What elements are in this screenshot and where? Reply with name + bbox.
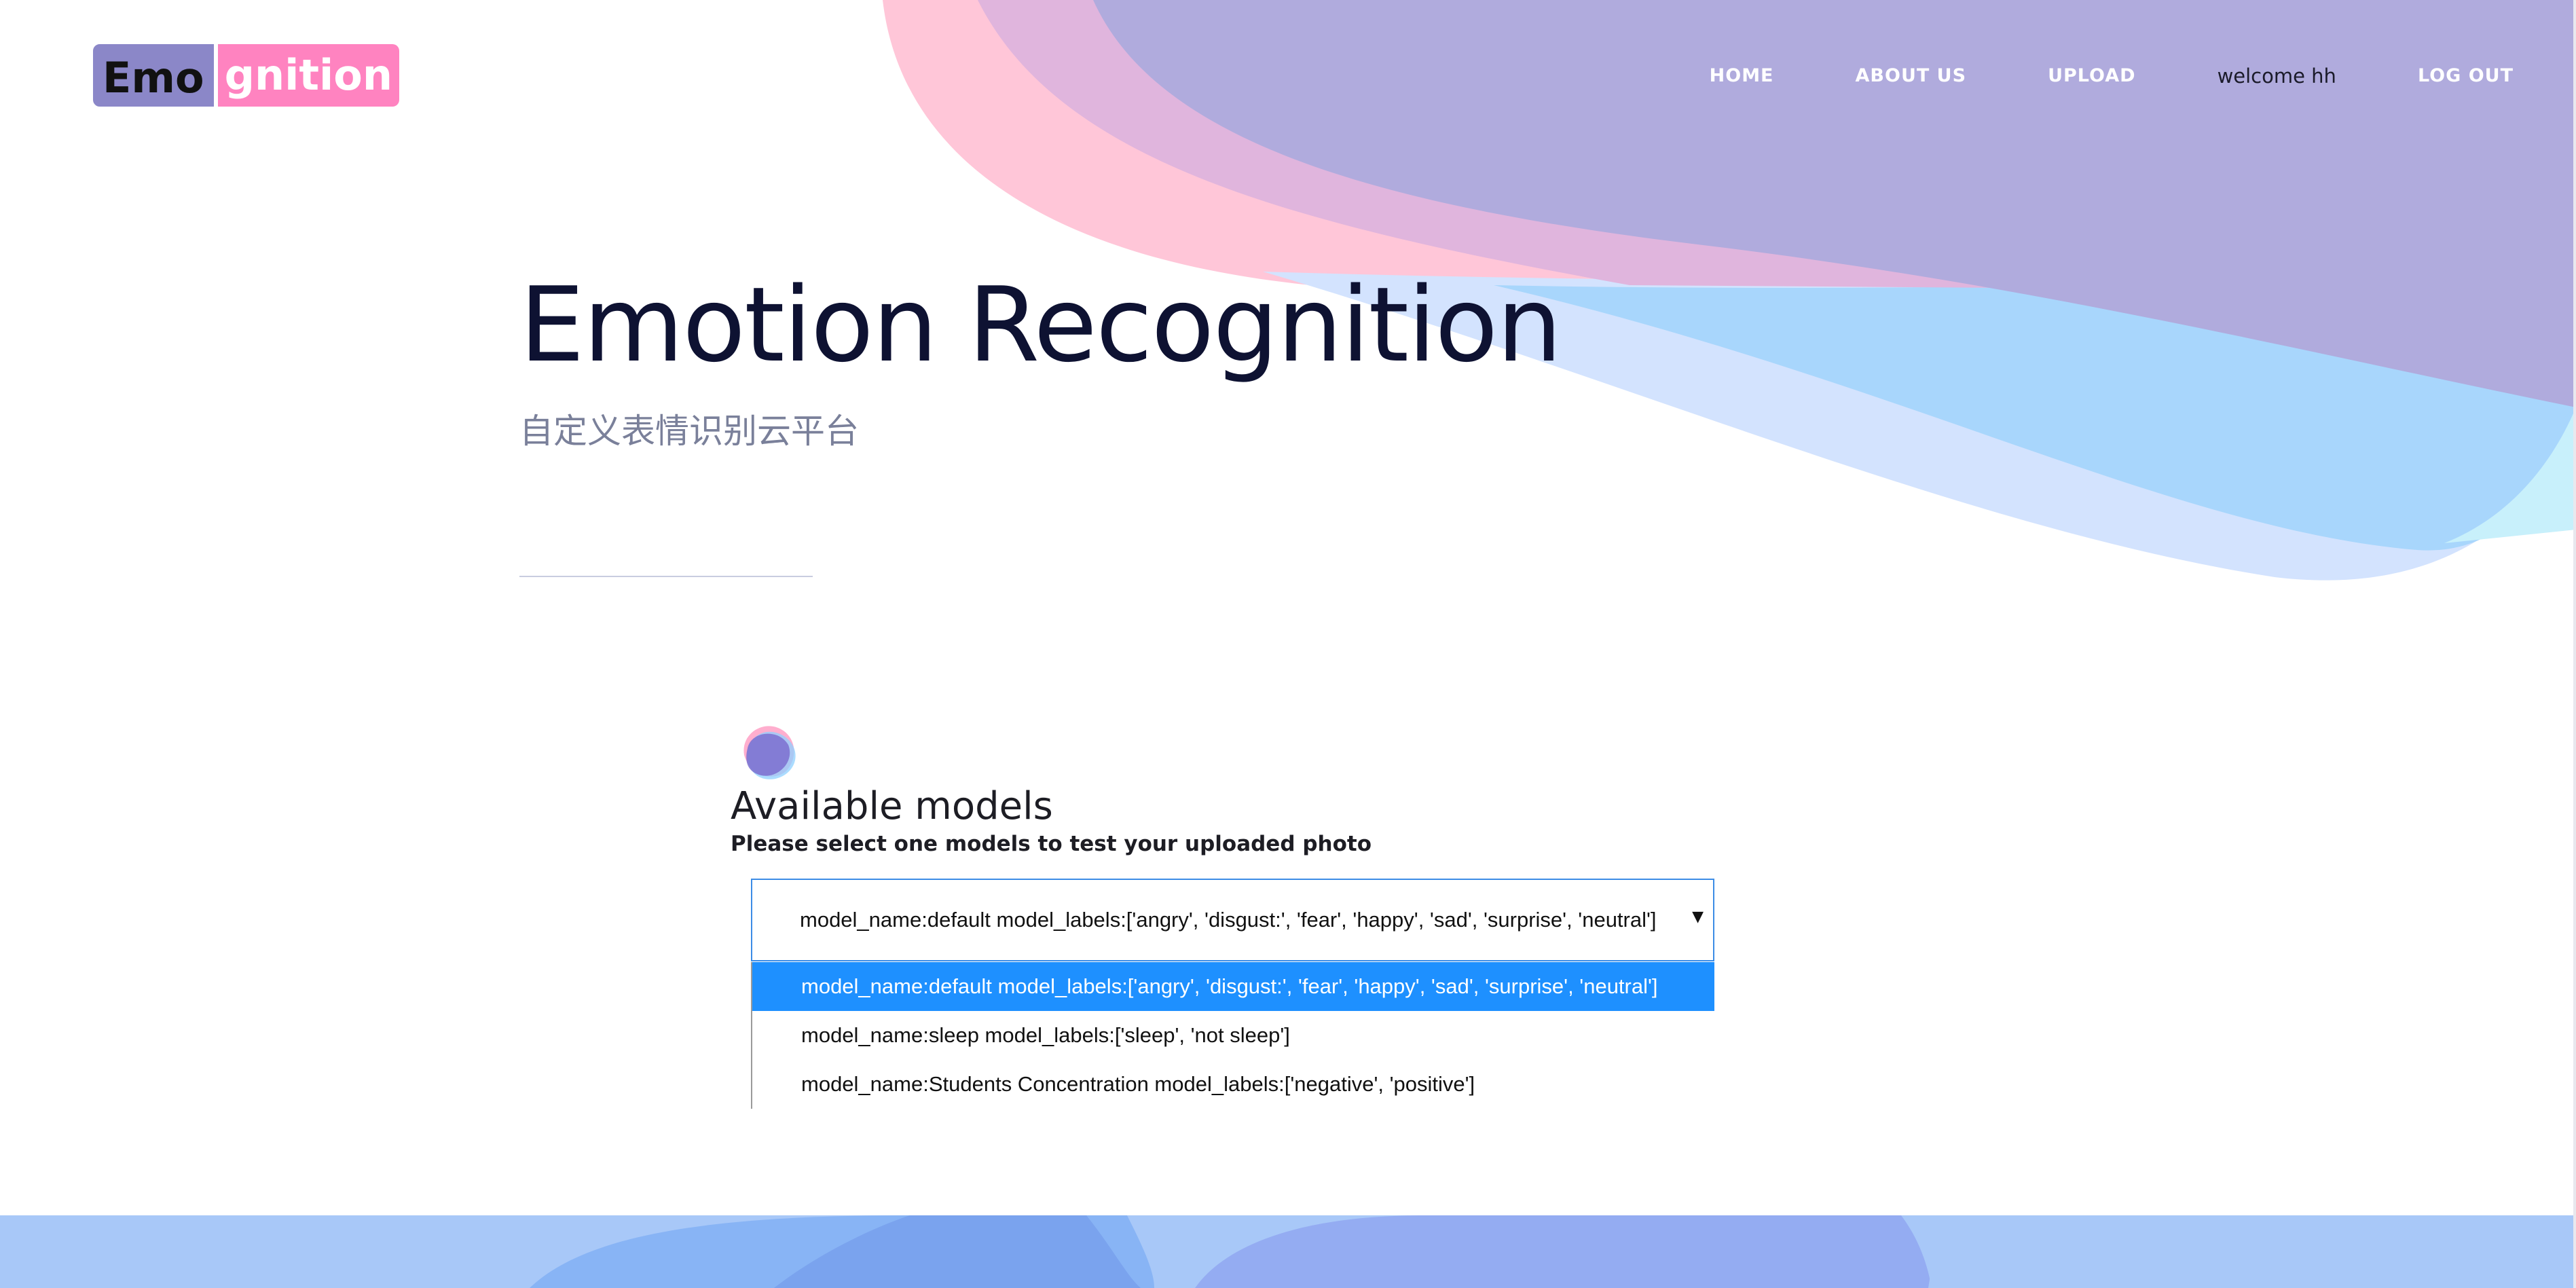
- nav-welcome-user[interactable]: welcome hh: [2218, 62, 2336, 90]
- brand-logo[interactable]: Emo gnition: [93, 44, 399, 107]
- models-section-title: Available models: [731, 784, 1053, 828]
- blob-emblem-icon: [743, 726, 796, 779]
- top-navigation: HOME ABOUT US UPLOAD welcome hh LOG OUT: [1628, 62, 2514, 90]
- hero-divider: [519, 576, 813, 577]
- nav-home-link[interactable]: HOME: [1710, 62, 1774, 90]
- model-select[interactable]: model_name:default model_labels:['angry'…: [751, 879, 1714, 961]
- nav-upload-link[interactable]: UPLOAD: [2048, 62, 2136, 90]
- page-subtitle: 自定义表情识别云平台: [519, 411, 859, 451]
- page-title: Emotion Recognition: [519, 265, 1562, 385]
- logo-text-emo: Emo: [93, 44, 214, 107]
- models-section-description: Please select one models to test your up…: [731, 832, 1372, 856]
- logo-text-gnition: gnition: [217, 44, 399, 107]
- page-scrollbar[interactable]: [2573, 0, 2576, 1288]
- model-option-students-concentration[interactable]: model_name:Students Concentration model_…: [752, 1060, 1714, 1109]
- model-select-value: model_name:default model_labels:['angry'…: [800, 908, 1657, 932]
- footer-wave-background: [0, 1215, 2576, 1288]
- chevron-down-icon[interactable]: ▼: [1692, 908, 1704, 925]
- nav-logout-link[interactable]: LOG OUT: [2418, 62, 2514, 90]
- model-option-default[interactable]: model_name:default model_labels:['angry'…: [752, 962, 1714, 1011]
- model-option-sleep[interactable]: model_name:sleep model_labels:['sleep', …: [752, 1011, 1714, 1060]
- model-dropdown-list: model_name:default model_labels:['angry'…: [751, 962, 1714, 1109]
- nav-about-link[interactable]: ABOUT US: [1856, 62, 1967, 90]
